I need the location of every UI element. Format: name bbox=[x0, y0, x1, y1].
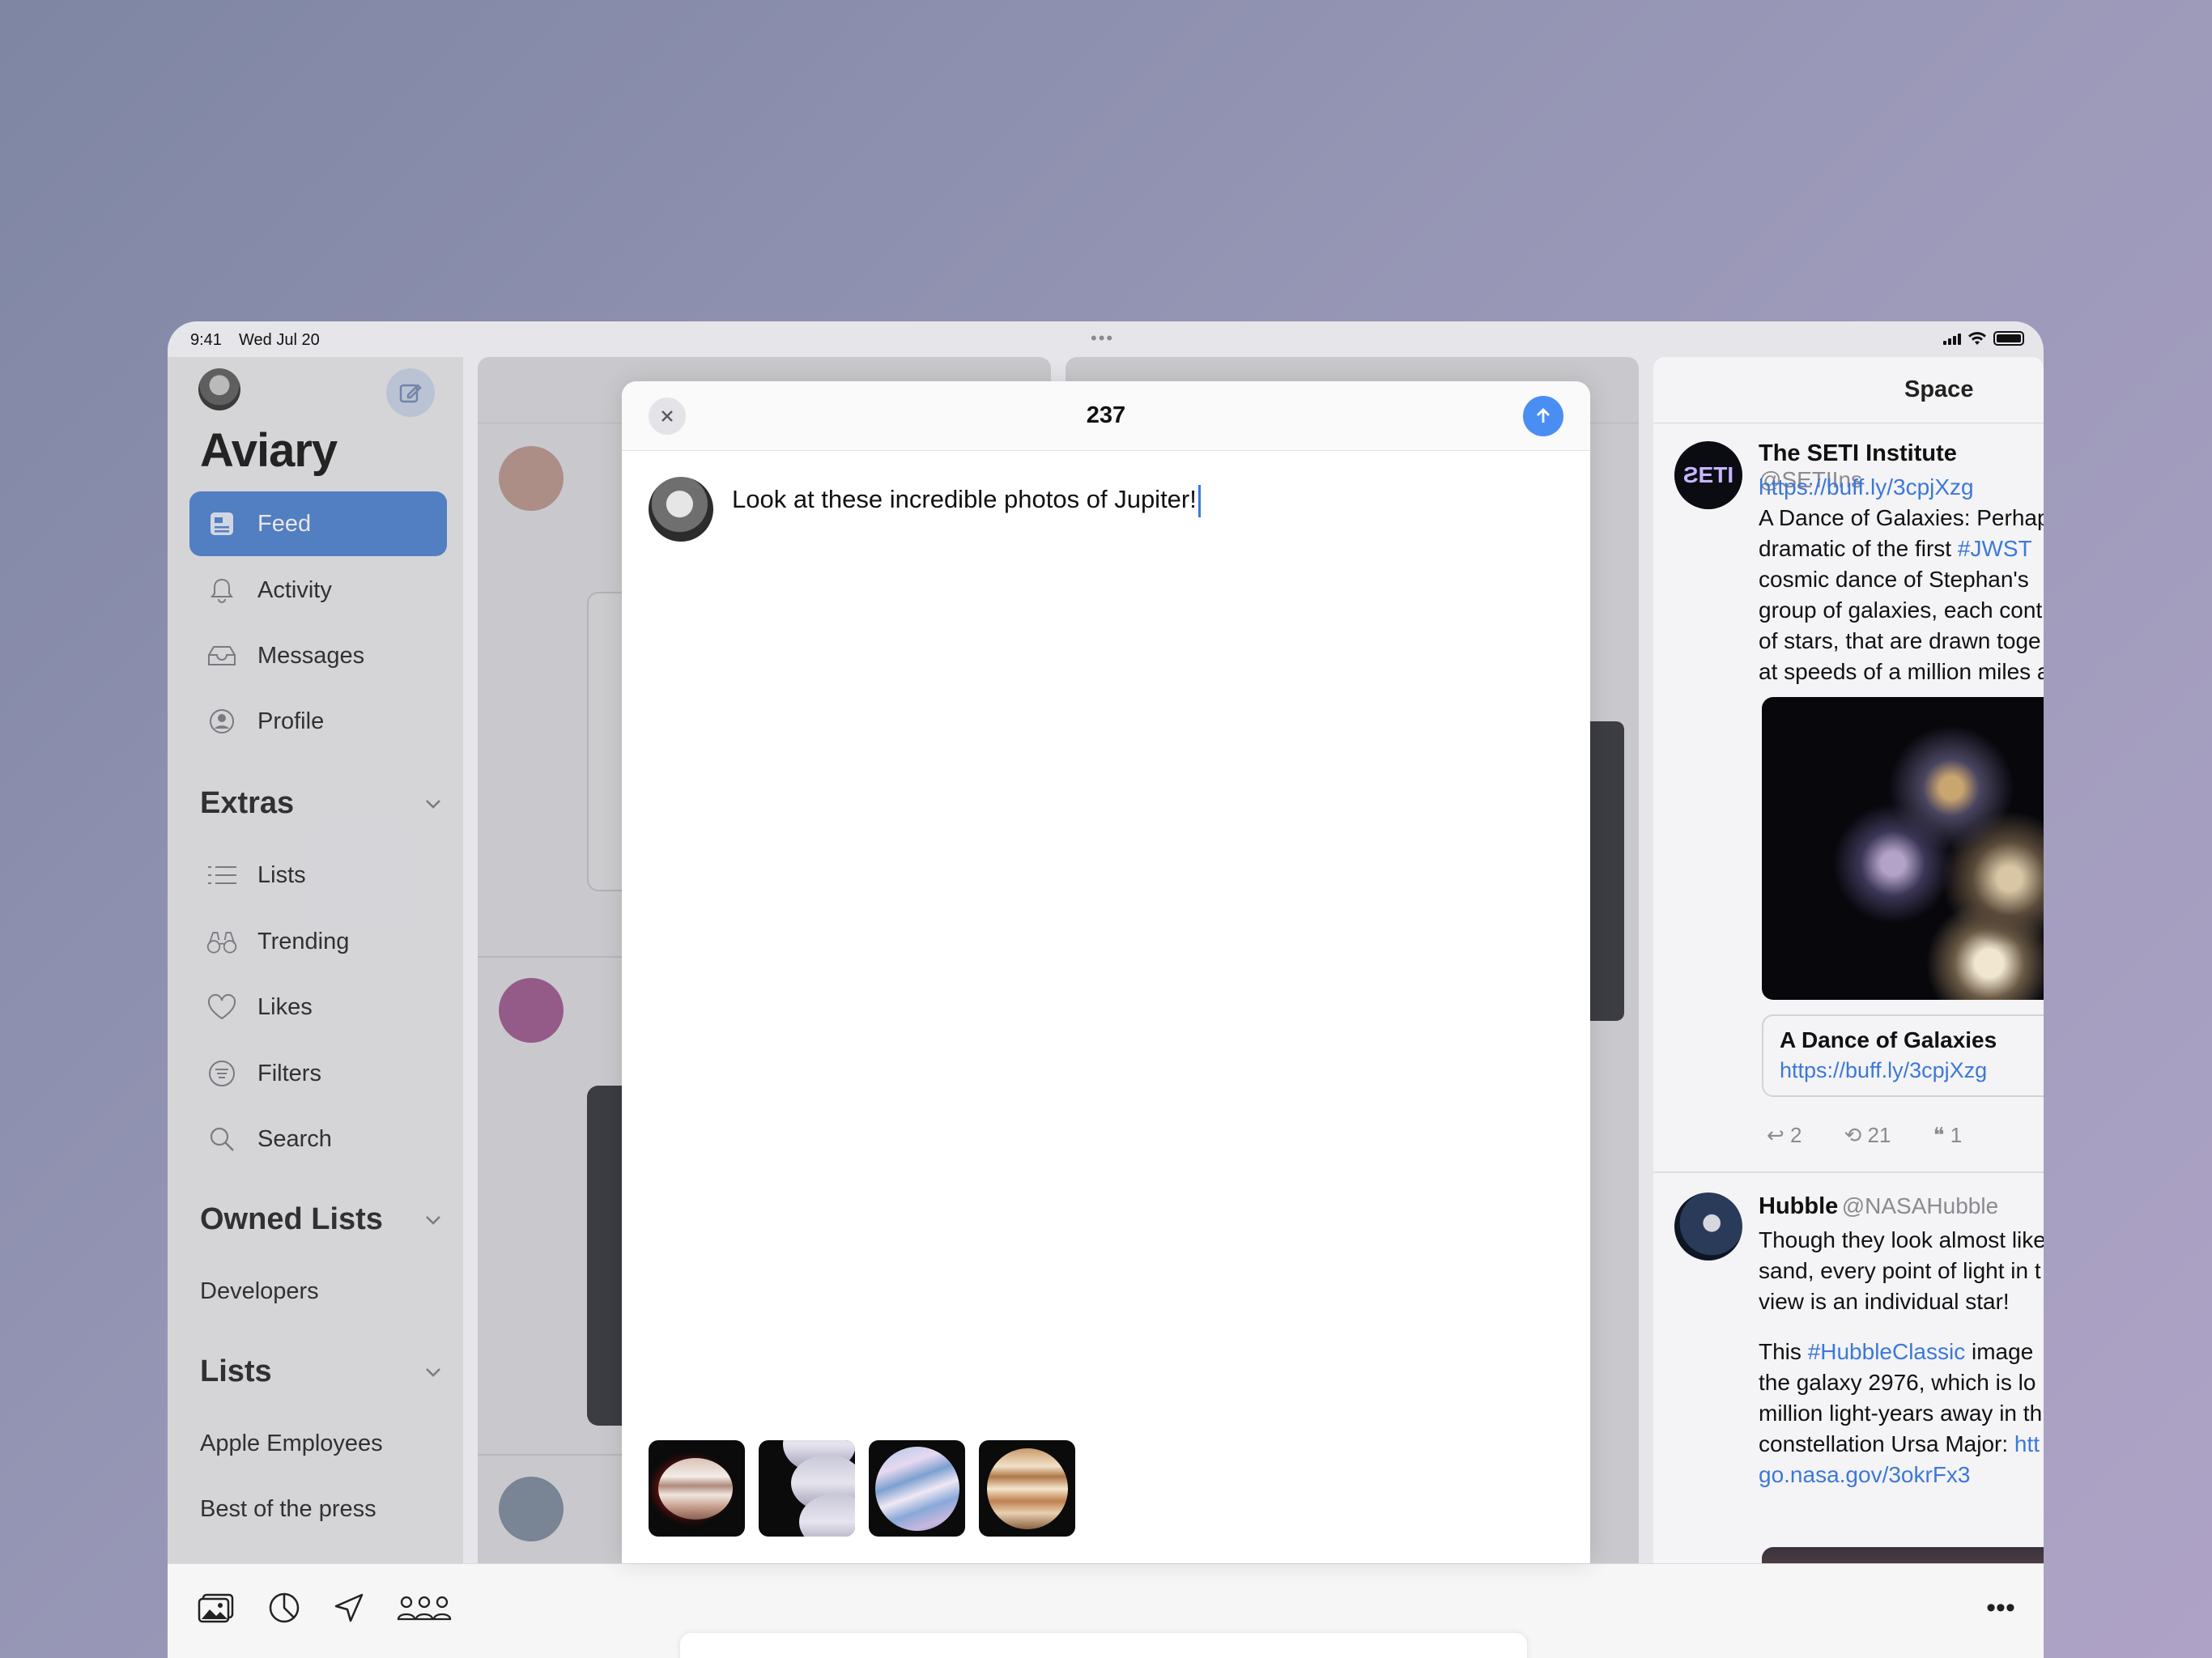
card-link: https://buff.ly/3cpjXzg bbox=[1780, 1058, 1988, 1082]
arrow-up-icon bbox=[1537, 408, 1550, 423]
location-icon[interactable] bbox=[330, 1588, 368, 1627]
quote-count: 1 bbox=[1950, 1123, 1963, 1147]
tweet-link[interactable]: htt bbox=[2014, 1431, 2040, 1456]
reply-icon: ↩ bbox=[1767, 1123, 1784, 1147]
multitasking-dots-icon[interactable]: ••• bbox=[1091, 328, 1114, 349]
retweet-icon: ⟲ bbox=[1844, 1123, 1862, 1147]
tweet-line: A Dance of Galaxies: Perhap bbox=[1759, 505, 2044, 530]
tweet-body: https://buff.ly/3cpjXzg A Dance of Galax… bbox=[1759, 472, 2044, 687]
poll-icon[interactable] bbox=[265, 1588, 304, 1627]
column-title: Space bbox=[1904, 376, 1974, 402]
tweet-line: constellation Ursa Major: htt bbox=[1759, 1429, 2044, 1460]
photo-library-icon[interactable] bbox=[197, 1588, 236, 1627]
hashtag-link[interactable]: #JWST bbox=[1958, 536, 2032, 561]
compose-text: Look at these incredible photos of Jupit… bbox=[732, 485, 1197, 514]
tweet-line: group of galaxies, each cont bbox=[1759, 597, 2043, 623]
tweet-line: of stars, that are drawn toge bbox=[1759, 628, 2041, 653]
retweet-count: 21 bbox=[1867, 1123, 1891, 1147]
tweet-author[interactable]: Hubble bbox=[1759, 1193, 1838, 1219]
tweet-body: Though they look almost like sand, every… bbox=[1759, 1225, 2044, 1490]
status-date: Wed Jul 20 bbox=[239, 331, 320, 349]
tweet-author[interactable]: The SETI Institute bbox=[1759, 440, 1957, 466]
tweet-line: This #HubbleClassic image bbox=[1759, 1337, 2044, 1367]
quote-button[interactable]: ❝ 1 bbox=[1933, 1123, 1962, 1148]
tweet-link[interactable]: https://buff.ly/3cpjXzg bbox=[1759, 472, 2044, 503]
tweet-line: sand, every point of light in t bbox=[1759, 1258, 2041, 1283]
wifi-icon bbox=[1968, 332, 1986, 345]
character-counter: 237 bbox=[1086, 402, 1126, 428]
tweet-line: million light-years away in th bbox=[1759, 1401, 2043, 1426]
jupiter-photo-2[interactable] bbox=[759, 1440, 855, 1537]
reply-count: 2 bbox=[1790, 1123, 1802, 1147]
quote-icon: ❝ bbox=[1933, 1123, 1945, 1147]
cellular-icon bbox=[1943, 332, 1961, 345]
link-card[interactable]: A Dance of Galaxies https://buff.ly/3cpj… bbox=[1762, 1014, 2044, 1097]
jupiter-photo-1[interactable] bbox=[649, 1440, 745, 1537]
retweet-button[interactable]: ⟲ 21 bbox=[1844, 1123, 1891, 1148]
composer-toolbar: ••• bbox=[168, 1563, 2044, 1658]
tweet-actions: ↩ 2 ⟲ 21 ❝ 1 bbox=[1767, 1123, 1962, 1148]
card-title: A Dance of Galaxies bbox=[1780, 1027, 1997, 1052]
text-caret bbox=[1197, 485, 1201, 517]
keyboard-shortcut-bar bbox=[680, 1633, 1527, 1658]
column-header[interactable]: Space bbox=[1653, 357, 2044, 423]
compose-sheet: 237 Look at these incredible photos of J… bbox=[622, 381, 1590, 1563]
hashtag-link[interactable]: #HubbleClassic bbox=[1808, 1339, 1966, 1364]
status-time: 9:41 bbox=[190, 331, 222, 349]
accounts-icon[interactable] bbox=[396, 1588, 453, 1627]
tweet-line: view is an individual star! bbox=[1759, 1289, 2010, 1314]
tweet-handle: @NASAHubble bbox=[1841, 1193, 1999, 1218]
tweet-line: Though they look almost like bbox=[1759, 1227, 2044, 1252]
sidebar: Aviary Feed Activity Messages Profile Ex… bbox=[168, 357, 463, 1571]
jupiter-photo-4[interactable] bbox=[979, 1440, 1075, 1537]
hubble-avatar[interactable] bbox=[1674, 1192, 1742, 1261]
column-space: Space ƧETI The SETI Institute @SETIIns h… bbox=[1653, 357, 2044, 1571]
tweet-line-text: image bbox=[1965, 1339, 2034, 1364]
galaxy-image[interactable] bbox=[1762, 697, 2044, 1000]
divider bbox=[1653, 1171, 2044, 1173]
tweet-line-text: This bbox=[1759, 1339, 1808, 1364]
compose-text-area[interactable]: Look at these incredible photos of Jupit… bbox=[732, 485, 1201, 517]
send-button[interactable] bbox=[1523, 396, 1563, 436]
attachment-strip bbox=[649, 1440, 1075, 1537]
more-icon[interactable]: ••• bbox=[1981, 1588, 2020, 1627]
reply-button[interactable]: ↩ 2 bbox=[1767, 1123, 1802, 1148]
compose-header: 237 bbox=[622, 381, 1590, 451]
seti-avatar[interactable]: ƧETI bbox=[1674, 441, 1742, 509]
tweet-line-text: dramatic of the first bbox=[1759, 536, 1958, 561]
jupiter-photo-3[interactable] bbox=[869, 1440, 965, 1537]
composer-avatar bbox=[649, 477, 713, 542]
tweet-line: cosmic dance of Stephan's bbox=[1759, 567, 2029, 592]
tweet-link[interactable]: go.nasa.gov/3okrFx3 bbox=[1759, 1460, 2044, 1490]
battery-icon bbox=[1993, 331, 2024, 346]
sidebar-dim-overlay bbox=[168, 357, 463, 1571]
status-icons bbox=[1943, 331, 2024, 346]
tweet-line-text: constellation Ursa Major: bbox=[1759, 1431, 2014, 1456]
tweet-line: dramatic of the first #JWST bbox=[1759, 534, 2044, 564]
tweet-line: the galaxy 2976, which is lo bbox=[1759, 1370, 2036, 1395]
tweet-header: Hubble @NASAHubble bbox=[1759, 1193, 1998, 1220]
tweet-line: at speeds of a million miles a bbox=[1759, 659, 2044, 684]
status-bar: 9:41 Wed Jul 20 ••• bbox=[168, 321, 2044, 357]
